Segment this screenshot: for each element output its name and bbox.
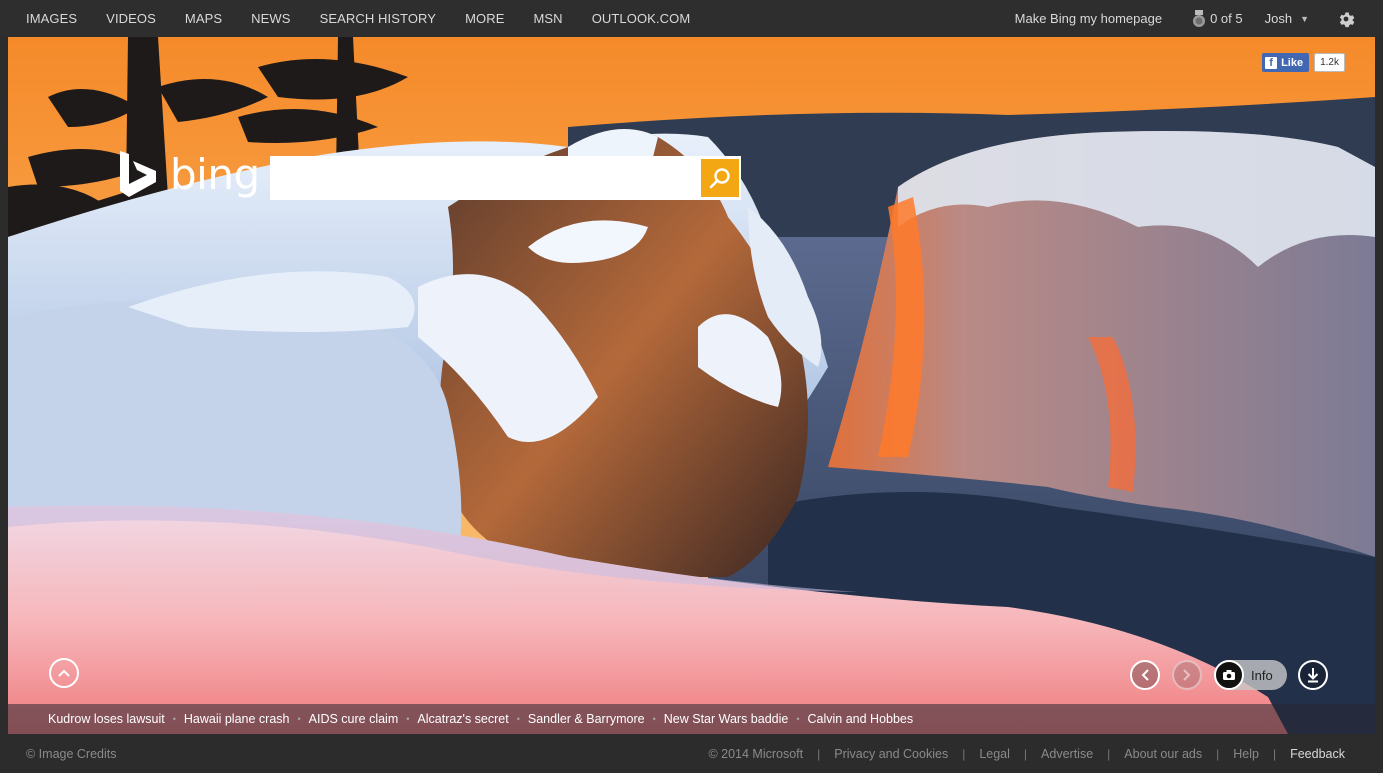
top-navigation: IMAGES VIDEOS MAPS NEWS SEARCH HISTORY M… [0,0,1383,37]
chevron-left-icon [1141,669,1149,681]
footer-links: © 2014 Microsoft | Privacy and Cookies |… [708,734,1345,773]
nav-news[interactable]: NEWS [251,11,290,26]
separator: | [1272,746,1277,761]
background-image: f Like 1.2k bing Info Kudrow loses lawsu… [8,37,1375,734]
rewards-text: 0 of 5 [1210,11,1243,26]
nav-videos[interactable]: VIDEOS [106,11,156,26]
separator: • [516,714,520,724]
download-icon [1307,668,1319,683]
facebook-like-button[interactable]: f Like [1262,53,1310,72]
separator: • [406,714,410,724]
medal-icon [1193,9,1206,27]
bing-wordmark: bing [170,149,260,199]
separator: | [817,746,821,761]
facebook-like-count: 1.2k [1314,53,1345,72]
info-button[interactable]: Info [1214,660,1287,690]
facebook-like: f Like 1.2k [1262,53,1345,72]
search-input[interactable] [272,159,701,197]
advertise-link[interactable]: Advertise [1041,747,1093,761]
nav-search-history[interactable]: SEARCH HISTORY [320,11,437,26]
news-item[interactable]: Calvin and Hobbes [808,712,914,726]
nav-more[interactable]: MORE [465,11,504,26]
nav-right: Make Bing my homepage 0 of 5 Josh ▼ [1015,0,1383,37]
search-icon [709,168,730,189]
news-strip: Kudrow loses lawsuit • Hawaii plane cras… [8,704,1375,734]
bing-logo[interactable]: bing [118,149,260,199]
help-link[interactable]: Help [1233,747,1259,761]
chevron-up-icon [58,669,70,677]
user-name: Josh [1264,11,1293,26]
separator: | [1107,746,1111,761]
separator: | [1216,746,1220,761]
footer: © Image Credits © 2014 Microsoft | Priva… [0,734,1383,773]
rewards-counter[interactable]: 0 of 5 [1192,9,1243,28]
scroll-up-button[interactable] [49,658,79,688]
user-menu[interactable]: Josh ▼ [1265,11,1309,26]
separator: • [796,714,800,724]
separator: | [1023,746,1028,761]
news-item[interactable]: Alcatraz's secret [417,712,508,726]
news-item[interactable]: Kudrow loses lawsuit [48,712,165,726]
separator: | [962,746,966,761]
news-item[interactable]: Hawaii plane crash [184,712,290,726]
download-button[interactable] [1298,660,1328,690]
info-label: Info [1251,667,1273,683]
legal-link[interactable]: Legal [979,747,1010,761]
facebook-like-label: Like [1281,56,1304,69]
separator: • [652,714,656,724]
image-credits-link[interactable]: © Image Credits [26,747,117,761]
nav-msn[interactable]: MSN [533,11,562,26]
make-homepage-link[interactable]: Make Bing my homepage [1015,11,1162,26]
gear-icon[interactable] [1337,10,1355,28]
camera-icon [1214,660,1244,690]
bing-b-icon [120,151,156,197]
separator: • [297,714,301,724]
yosemite-scene [8,37,1375,734]
previous-image-button[interactable] [1130,660,1160,690]
feedback-link[interactable]: Feedback [1290,747,1345,761]
nav-maps[interactable]: MAPS [185,11,222,26]
nav-outlook[interactable]: OUTLOOK.COM [592,11,691,26]
news-item[interactable]: Sandler & Barrymore [528,712,645,726]
search-bar [270,156,741,200]
news-item[interactable]: New Star Wars baddie [664,712,789,726]
news-item[interactable]: AIDS cure claim [309,712,399,726]
privacy-link[interactable]: Privacy and Cookies [834,747,948,761]
separator: • [172,714,176,724]
about-ads-link[interactable]: About our ads [1124,747,1202,761]
nav-links: IMAGES VIDEOS MAPS NEWS SEARCH HISTORY M… [0,0,719,37]
chevron-down-icon: ▼ [1300,13,1309,24]
copyright-text: © 2014 Microsoft [708,746,804,761]
nav-images[interactable]: IMAGES [26,11,77,26]
search-button[interactable] [701,159,739,197]
chevron-right-icon [1183,669,1191,681]
facebook-icon: f [1265,56,1278,69]
next-image-button[interactable] [1172,660,1202,690]
bing-homepage: IMAGES VIDEOS MAPS NEWS SEARCH HISTORY M… [0,0,1383,773]
